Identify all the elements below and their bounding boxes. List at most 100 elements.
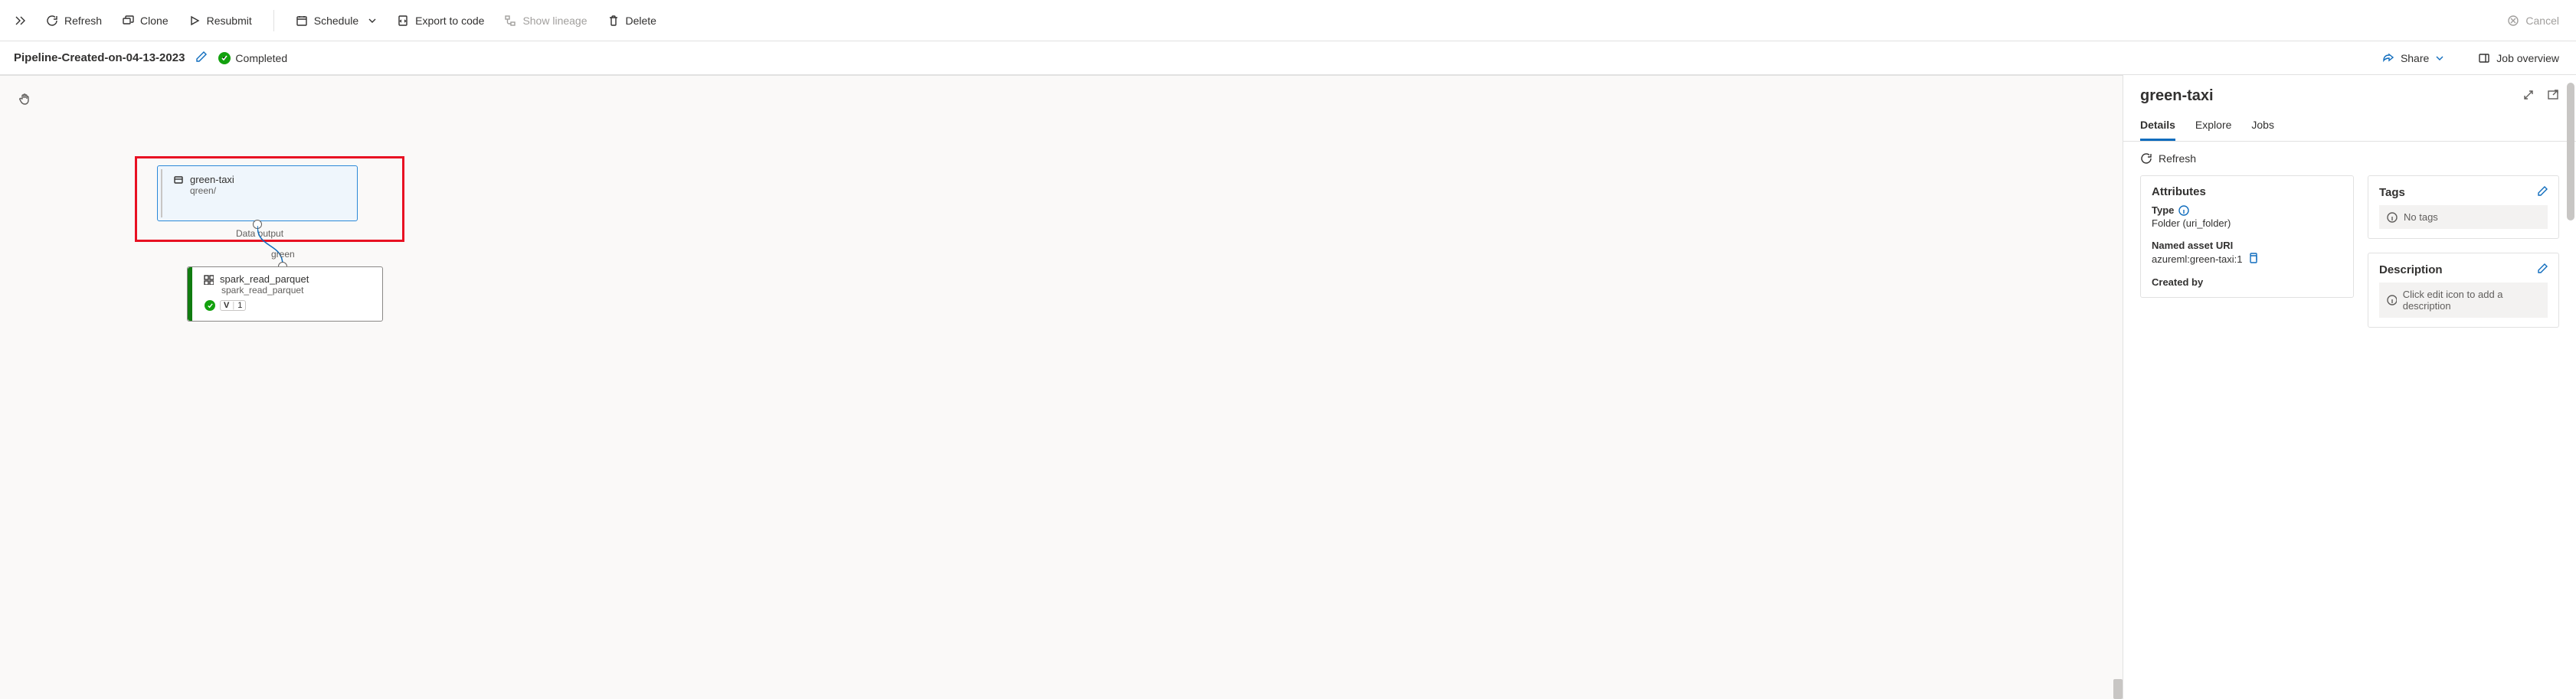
share-icon <box>2382 52 2394 64</box>
description-heading-row: Description <box>2379 263 2548 276</box>
delete-button[interactable]: Delete <box>607 15 656 27</box>
edit-description-button[interactable] <box>2537 263 2548 276</box>
node-subtitle: qreen/ <box>169 185 346 196</box>
tags-card: Tags No tags <box>2368 175 2559 239</box>
status-dot <box>218 52 231 64</box>
node-spark-read-parquet[interactable]: spark_read_parquet spark_read_parquet V … <box>187 266 383 322</box>
refresh-icon <box>2140 152 2152 165</box>
hand-icon <box>18 93 32 106</box>
play-icon <box>188 15 201 27</box>
panel-header: green-taxi <box>2123 75 2576 111</box>
expand-panel-button[interactable] <box>2522 89 2535 103</box>
divider <box>273 10 274 31</box>
tags-heading-row: Tags <box>2379 185 2548 199</box>
lineage-icon <box>504 15 516 27</box>
tab-details[interactable]: Details <box>2140 111 2175 141</box>
panel-scrollbar[interactable] <box>2567 83 2574 220</box>
description-heading: Description <box>2379 263 2443 276</box>
panel-tabs: Details Explore Jobs <box>2123 111 2576 142</box>
copy-uri-button[interactable] <box>2247 253 2258 266</box>
delete-label: Delete <box>626 15 656 27</box>
attributes-heading: Attributes <box>2152 185 2342 198</box>
code-file-icon <box>397 15 409 27</box>
share-button[interactable]: Share <box>2382 52 2444 64</box>
description-empty-text: Click edit icon to add a description <box>2403 289 2540 312</box>
expand-diagonal-icon <box>2522 89 2535 101</box>
clone-button[interactable]: Clone <box>122 15 169 27</box>
refresh-label: Refresh <box>64 15 102 27</box>
type-label: Type <box>2152 204 2342 216</box>
pipeline-name: Pipeline-Created-on-04-13-2023 <box>14 51 185 64</box>
attributes-card: Attributes Type Folder (uri_folder) Name… <box>2140 175 2354 298</box>
chevron-down-icon <box>368 16 377 25</box>
trash-icon <box>607 15 620 27</box>
status-text: Completed <box>235 52 287 64</box>
popout-button[interactable] <box>2547 89 2559 103</box>
export-button[interactable]: Export to code <box>397 15 484 27</box>
node-subtitle: spark_read_parquet <box>203 285 373 296</box>
component-icon <box>203 274 214 285</box>
tags-heading: Tags <box>2379 186 2405 199</box>
clone-icon <box>122 15 134 27</box>
node-title: green-taxi <box>190 174 234 185</box>
export-label: Export to code <box>415 15 484 27</box>
clone-label: Clone <box>140 15 169 27</box>
panel-refresh-button[interactable]: Refresh <box>2123 142 2576 175</box>
node-accent <box>161 169 162 217</box>
pencil-icon <box>195 51 208 63</box>
lineage-button: Show lineage <box>504 15 587 27</box>
check-icon <box>221 54 228 62</box>
app-root: Refresh Clone Resubmit Schedule Export t… <box>0 0 2576 699</box>
uri-value: azureml:green-taxi:1 <box>2152 253 2243 265</box>
schedule-label: Schedule <box>314 15 358 27</box>
pencil-icon <box>2537 263 2548 273</box>
edit-tags-button[interactable] <box>2537 185 2548 199</box>
check-icon <box>207 302 214 309</box>
pencil-icon <box>2537 185 2548 196</box>
output-label: Data output <box>236 228 283 239</box>
description-empty: Click edit icon to add a description <box>2379 283 2548 318</box>
info-icon <box>2387 295 2397 305</box>
resubmit-label: Resubmit <box>207 15 252 27</box>
refresh-button[interactable]: Refresh <box>46 15 102 27</box>
node-accent <box>188 267 192 321</box>
schedule-button[interactable]: Schedule <box>296 15 377 27</box>
panel-icon <box>2478 52 2490 64</box>
edge-label: green <box>271 249 295 260</box>
main: green-taxi qreen/ Data output green spar… <box>0 75 2576 699</box>
type-label-text: Type <box>2152 204 2174 216</box>
node-title: spark_read_parquet <box>220 273 309 285</box>
tab-explore[interactable]: Explore <box>2195 111 2231 141</box>
overview-label: Job overview <box>2496 52 2559 64</box>
expand-button[interactable] <box>14 15 26 27</box>
pan-tool-button[interactable] <box>18 93 32 109</box>
node-title-row: green-taxi <box>169 174 346 185</box>
job-overview-button[interactable]: Job overview <box>2478 52 2559 64</box>
share-label: Share <box>2401 52 2429 64</box>
pipeline-header: Pipeline-Created-on-04-13-2023 Completed… <box>0 41 2576 75</box>
toolbar: Refresh Clone Resubmit Schedule Export t… <box>0 0 2576 41</box>
cancel-button: Cancel <box>2507 15 2559 27</box>
panel-refresh-label: Refresh <box>2159 152 2196 165</box>
node-green-taxi[interactable]: green-taxi qreen/ <box>157 165 358 221</box>
cancel-label: Cancel <box>2525 15 2559 27</box>
uri-value-row: azureml:green-taxi:1 <box>2152 253 2342 266</box>
status-badge: Completed <box>218 52 287 64</box>
resubmit-button[interactable]: Resubmit <box>188 15 252 27</box>
info-icon[interactable] <box>2178 205 2189 216</box>
dataset-icon <box>173 175 184 185</box>
cards-row: Attributes Type Folder (uri_folder) Name… <box>2123 175 2576 328</box>
info-icon <box>2387 212 2398 223</box>
createdby-label: Created by <box>2152 276 2342 288</box>
edit-name-button[interactable] <box>195 51 208 65</box>
canvas-scrollbar[interactable] <box>2113 679 2123 699</box>
description-card: Description Click edit icon to add a des… <box>2368 253 2559 328</box>
tab-jobs[interactable]: Jobs <box>2251 111 2274 141</box>
pipeline-canvas[interactable]: green-taxi qreen/ Data output green spar… <box>0 75 2123 699</box>
type-value: Folder (uri_folder) <box>2152 217 2342 229</box>
tags-empty-text: No tags <box>2404 211 2438 223</box>
status-dot <box>205 300 215 311</box>
cancel-icon <box>2507 15 2519 27</box>
chevron-down-icon <box>2435 54 2444 63</box>
panel-title: green-taxi <box>2140 87 2522 105</box>
